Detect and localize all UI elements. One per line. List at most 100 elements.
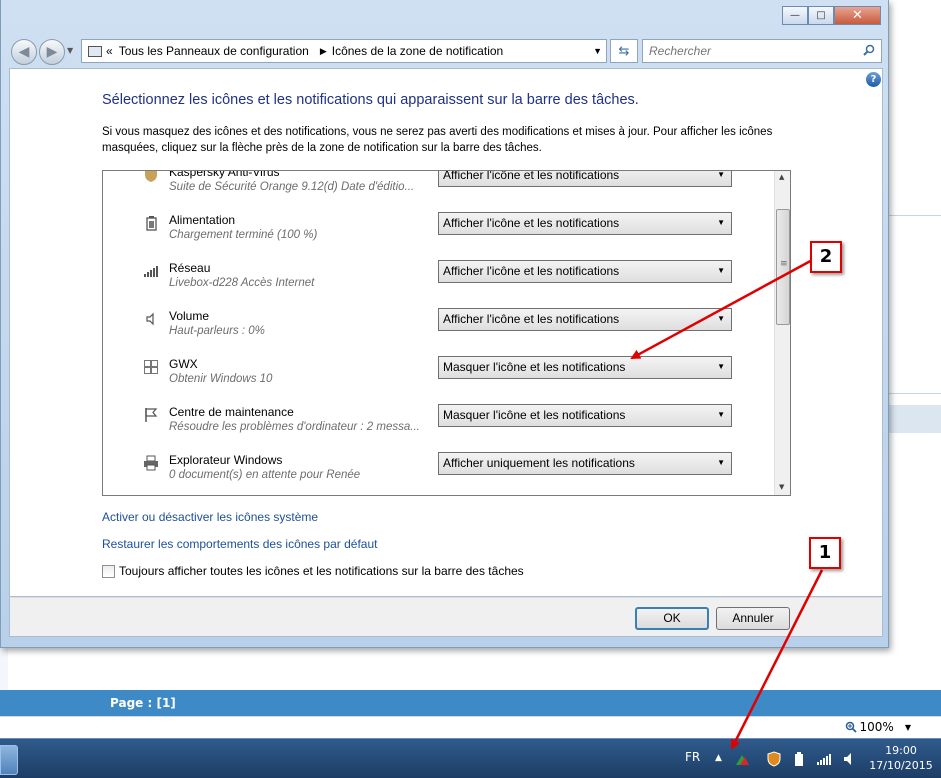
speaker-icon[interactable] <box>841 751 857 767</box>
list-item-description: Résoudre les problèmes d'ordinateur : 2 … <box>169 421 420 433</box>
list-item-name: Volume <box>169 309 210 323</box>
always-show-checkbox[interactable] <box>102 564 115 578</box>
show-hidden-icons-arrow[interactable]: ▲ <box>715 753 722 763</box>
behavior-select[interactable]: Afficher l'icône et les notifications ▼ <box>438 212 732 235</box>
battery-icon[interactable] <box>791 751 807 767</box>
icons-list[interactable]: Kaspersky Anti-Virus Suite de Sécurité O… <box>102 170 791 496</box>
behavior-select-value: Afficher uniquement les notifications <box>443 456 635 470</box>
address-bar[interactable]: « Tous les Panneaux de configuration ▶ I… <box>81 39 607 63</box>
notification-icons-window: — □ ✕ ◀ ▶ ▼ « Tous les Panneaux de confi… <box>0 0 889 648</box>
refresh-icon: ⇆ <box>618 43 630 59</box>
chevron-down-icon: ▼ <box>717 458 725 467</box>
list-item: Volume Haut-parleurs : 0% Afficher l'icô… <box>103 305 774 353</box>
behavior-select-value: Masquer l'icône et les notifications <box>443 360 626 374</box>
control-panel-icon <box>88 45 102 57</box>
back-button[interactable]: ◀ <box>11 39 37 65</box>
taskbar: FR ▲ 19:00 17/10/2015 <box>0 738 941 778</box>
list-item-description: 0 document(s) en attente pour Renée <box>169 469 361 481</box>
background-window-right <box>889 0 941 690</box>
background-status-bar: 100% ▼ <box>0 716 941 738</box>
refresh-button[interactable]: ⇆ <box>610 39 638 63</box>
list-item-name: Réseau <box>169 261 211 275</box>
clock-time: 19:00 <box>885 744 917 757</box>
speaker-icon <box>146 312 154 326</box>
battery-icon <box>146 216 157 231</box>
scroll-up-icon[interactable]: ▲ <box>779 173 784 181</box>
behavior-select[interactable]: Afficher l'icône et les notifications ▼ <box>438 170 732 187</box>
list-item-name: Centre de maintenance <box>169 405 294 419</box>
page-description: Si vous masquez des icônes et des notifi… <box>102 126 773 154</box>
search-input[interactable] <box>649 41 849 61</box>
scrollbar-thumb[interactable]: ≡ <box>776 209 790 325</box>
restore-defaults-link[interactable]: Restaurer les comportements des icônes p… <box>102 537 377 551</box>
behavior-select[interactable]: Afficher l'icône et les notifications ▼ <box>438 260 732 283</box>
page-title: Sélectionnez les icônes et les notificat… <box>102 92 639 108</box>
chevron-down-icon: ▼ <box>717 410 725 419</box>
list-item: Réseau Livebox-d228 Accès Internet Affic… <box>103 257 774 305</box>
search-box[interactable] <box>642 39 882 63</box>
annotation-badge-1: 1 <box>809 537 841 569</box>
icons-list-rows: Kaspersky Anti-Virus Suite de Sécurité O… <box>103 170 774 495</box>
network-activity-icon[interactable] <box>734 751 750 767</box>
vertical-scrollbar[interactable]: ▲ ≡ ▼ <box>774 171 790 495</box>
background-row-highlight <box>889 405 941 433</box>
clock-date: 17/10/2015 <box>869 759 933 772</box>
dialog-footer: OK Annuler <box>9 597 883 637</box>
always-show-option[interactable]: Toujours afficher toutes les icônes et l… <box>102 564 524 578</box>
breadcrumb-item[interactable]: Icônes de la zone de notification <box>332 44 503 58</box>
chevron-down-icon[interactable]: ▼ <box>905 723 911 732</box>
close-button[interactable]: ✕ <box>834 6 881 25</box>
network-icon <box>144 266 158 277</box>
background-divider <box>889 215 941 216</box>
address-dropdown-icon[interactable]: ▼ <box>593 46 602 56</box>
minimize-button[interactable]: — <box>782 6 808 25</box>
maximize-button[interactable]: □ <box>808 6 834 25</box>
chevron-down-icon: ▼ <box>717 170 725 179</box>
list-item: GWX Obtenir Windows 10 Masquer l'icône e… <box>103 353 774 401</box>
chevron-down-icon: ▼ <box>717 314 725 323</box>
behavior-select[interactable]: Afficher l'icône et les notifications ▼ <box>438 308 732 331</box>
navigation-bar: ◀ ▶ ▼ « Tous les Panneaux de configurati… <box>9 37 883 65</box>
chevron-down-icon: ▼ <box>717 218 725 227</box>
breadcrumb-prefix[interactable]: « <box>106 44 113 58</box>
behavior-select-value: Afficher l'icône et les notifications <box>443 216 620 230</box>
zoom-control[interactable]: 100% ▼ <box>845 720 911 734</box>
behavior-select-value: Masquer l'icône et les notifications <box>443 408 626 422</box>
taskbar-app-button[interactable] <box>0 745 18 775</box>
behavior-select-value: Afficher l'icône et les notifications <box>443 264 620 278</box>
arrow-left-icon: ◀ <box>18 44 30 60</box>
search-icon[interactable] <box>863 44 875 56</box>
network-icon[interactable] <box>816 751 832 767</box>
list-item: Explorateur Windows 0 document(s) en att… <box>103 449 774 495</box>
behavior-select[interactable]: Masquer l'icône et les notifications ▼ <box>438 356 732 379</box>
behavior-select-value: Afficher l'icône et les notifications <box>443 170 620 182</box>
page-indicator: Page : [1] <box>110 696 176 710</box>
behavior-select[interactable]: Afficher uniquement les notifications ▼ <box>438 452 732 475</box>
ok-button[interactable]: OK <box>635 607 709 630</box>
list-item-name: Alimentation <box>169 213 236 227</box>
breadcrumb-item[interactable]: Tous les Panneaux de configuration <box>119 44 309 58</box>
always-show-label: Toujours afficher toutes les icônes et l… <box>119 564 524 578</box>
flag-icon <box>145 408 158 422</box>
behavior-select[interactable]: Masquer l'icône et les notifications ▼ <box>438 404 732 427</box>
cancel-button[interactable]: Annuler <box>716 607 790 630</box>
list-item-description: Livebox-d228 Accès Internet <box>169 277 315 289</box>
grip-icon: ≡ <box>780 259 788 269</box>
background-divider <box>889 393 941 394</box>
help-icon[interactable]: ? <box>866 72 881 87</box>
language-indicator[interactable]: FR <box>685 750 700 764</box>
breadcrumb-separator-icon[interactable]: ▶ <box>320 46 327 57</box>
scroll-down-icon[interactable]: ▼ <box>779 483 784 491</box>
shield-icon[interactable] <box>766 751 782 767</box>
chevron-down-icon: ▼ <box>717 362 725 371</box>
list-item-name: Explorateur Windows <box>169 453 283 467</box>
system-icons-link[interactable]: Activer ou désactiver les icônes système <box>102 510 318 524</box>
clock[interactable]: 19:00 17/10/2015 <box>868 743 934 773</box>
content-pane: ? Sélectionnez les icônes et les notific… <box>9 68 883 597</box>
windows-icon <box>144 360 158 374</box>
forward-button[interactable]: ▶ <box>39 39 65 65</box>
zoom-level: 100% <box>859 720 894 734</box>
chevron-down-icon: ▼ <box>717 266 725 275</box>
recent-pages-dropdown[interactable]: ▼ <box>67 46 73 55</box>
list-item-name: Kaspersky Anti-Virus <box>169 170 280 179</box>
